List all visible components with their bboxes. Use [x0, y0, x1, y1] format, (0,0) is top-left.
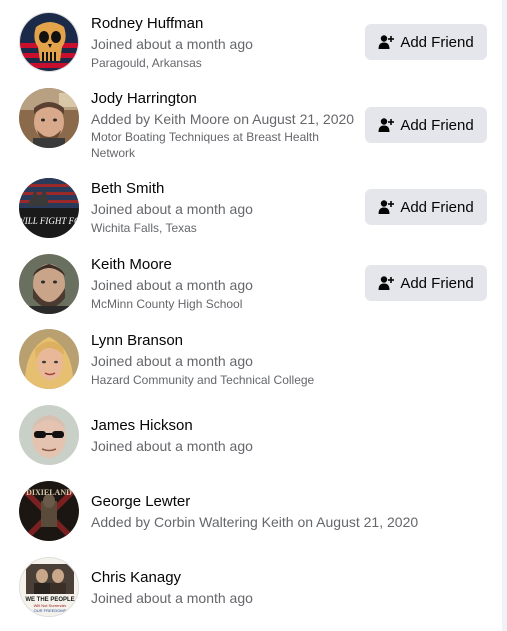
member-name[interactable]: George Lewter — [91, 493, 190, 510]
group-members-panel: Rodney Huffman Joined about a month ago … — [0, 0, 503, 631]
member-name[interactable]: Chris Kanagy — [91, 569, 181, 586]
member-row: DIXIELAND George Lewter Added by Corbin … — [0, 478, 502, 554]
member-subtitle: Added by Corbin Waltering Keith on Augus… — [91, 514, 419, 530]
add-friend-icon — [378, 34, 395, 50]
member-detail: Hazard Community and Technical College — [91, 373, 315, 387]
we-the-people-avatar-icon: WE THE PEOPLE Will Not Surrender OUR FRE… — [20, 558, 78, 616]
man-sunglasses-avatar-icon — [19, 405, 79, 465]
member-detail: McMinn County High School — [91, 297, 243, 311]
member-avatar[interactable] — [19, 254, 79, 314]
member-avatar[interactable]: I WILL FIGHT FOR — [19, 178, 79, 238]
add-friend-icon — [378, 199, 395, 215]
add-friend-button[interactable]: Add Friend — [365, 24, 487, 60]
member-row: James Hickson Joined about a month ago — [0, 402, 502, 478]
add-friend-label: Add Friend — [400, 274, 474, 292]
avatar-caption-subtext-2: OUR FREEDOMS — [34, 608, 67, 613]
member-name[interactable]: Beth Smith — [91, 180, 164, 197]
member-row: Keith Moore Joined about a month ago McM… — [0, 250, 502, 326]
add-friend-button[interactable]: Add Friend — [365, 189, 487, 225]
member-subtitle: Joined about a month ago — [91, 438, 253, 454]
member-avatar[interactable]: DIXIELAND — [19, 481, 79, 541]
add-friend-icon — [378, 117, 395, 133]
member-subtitle: Joined about a month ago — [91, 590, 253, 606]
member-avatar[interactable]: WE THE PEOPLE Will Not Surrender OUR FRE… — [19, 557, 79, 617]
member-row: Jody Harrington Added by Keith Moore on … — [0, 82, 502, 174]
member-name[interactable]: Jody Harrington — [91, 90, 197, 107]
member-name[interactable]: Lynn Branson — [91, 332, 183, 349]
member-name[interactable]: James Hickson — [91, 417, 193, 434]
man-selfie-avatar-icon — [19, 88, 79, 148]
flag-slogan-avatar-icon: I WILL FIGHT FOR — [19, 178, 79, 238]
member-avatar[interactable] — [19, 12, 79, 72]
member-subtitle: Joined about a month ago — [91, 36, 253, 52]
member-row: I WILL FIGHT FOR Beth Smith Joined about… — [0, 174, 502, 250]
member-row: WE THE PEOPLE Will Not Surrender OUR FRE… — [0, 554, 502, 631]
dixieland-flag-avatar-icon: DIXIELAND — [19, 481, 79, 541]
add-friend-button[interactable]: Add Friend — [365, 265, 487, 301]
add-friend-label: Add Friend — [400, 116, 474, 134]
bearded-man-avatar-icon — [19, 254, 79, 314]
scrollbar[interactable] — [502, 0, 507, 631]
member-row: Rodney Huffman Joined about a month ago … — [0, 0, 502, 82]
add-friend-label: Add Friend — [400, 33, 474, 51]
add-friend-label: Add Friend — [400, 198, 474, 216]
member-avatar[interactable] — [19, 405, 79, 465]
member-row: Lynn Branson Joined about a month ago Ha… — [0, 326, 502, 402]
add-friend-button[interactable]: Add Friend — [365, 107, 487, 143]
member-detail: Wichita Falls, Texas — [91, 221, 197, 235]
member-subtitle: Joined about a month ago — [91, 201, 253, 217]
member-avatar[interactable] — [19, 329, 79, 389]
member-detail: Motor Boating Techniques at Breast Healt… — [91, 130, 319, 160]
blonde-woman-avatar-icon — [19, 329, 79, 389]
member-subtitle: Joined about a month ago — [91, 353, 253, 369]
avatar-slogan-text: I WILL FIGHT FOR — [19, 216, 79, 226]
punisher-skull-flag-avatar-icon — [20, 13, 78, 71]
member-subtitle: Added by Keith Moore on August 21, 2020 — [91, 111, 355, 127]
member-avatar[interactable] — [19, 88, 79, 148]
add-friend-icon — [378, 275, 395, 291]
avatar-banner-text: DIXIELAND — [26, 488, 72, 497]
member-subtitle: Joined about a month ago — [91, 277, 253, 293]
member-name[interactable]: Keith Moore — [91, 256, 172, 273]
member-name[interactable]: Rodney Huffman — [91, 15, 203, 32]
member-detail: Paragould, Arkansas — [91, 56, 202, 70]
